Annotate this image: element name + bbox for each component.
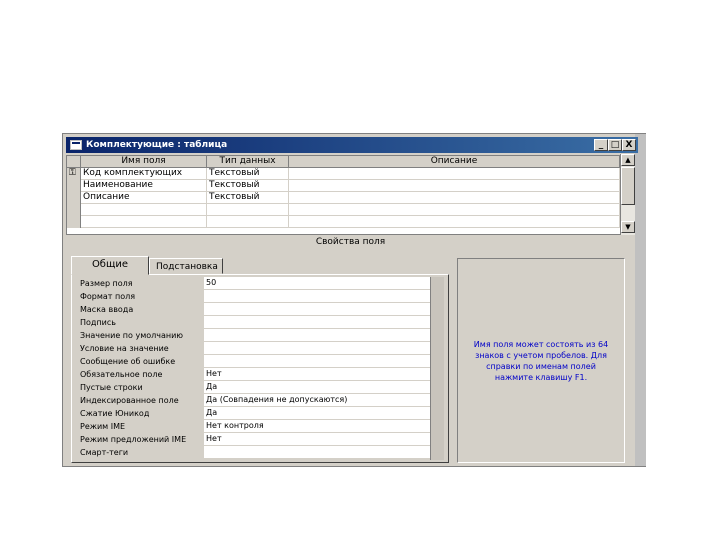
property-value[interactable]: Нет контроля <box>204 420 430 433</box>
field-name-cell[interactable]: Описание <box>81 192 207 204</box>
property-row[interactable]: Подпись <box>80 316 430 329</box>
row-selector[interactable] <box>67 180 81 192</box>
property-value[interactable]: Нет <box>204 368 430 381</box>
property-value[interactable]: Да <box>204 381 430 394</box>
row-selector[interactable] <box>67 204 81 216</box>
row-selector[interactable]: ⚿ <box>67 168 81 180</box>
property-value[interactable] <box>204 446 430 459</box>
data-type-cell[interactable]: Текстовый <box>207 180 289 192</box>
property-row[interactable]: Смарт-теги <box>80 446 430 459</box>
grid-scrollbar[interactable]: ▲ ▼ <box>620 154 635 235</box>
property-label: Смарт-теги <box>80 448 129 457</box>
property-row[interactable]: Пустые строки Да <box>80 381 430 394</box>
field-properties-title: Свойства поля <box>315 237 386 247</box>
key-icon: ⚿ <box>69 168 76 178</box>
field-name-cell[interactable]: Код комплектующих <box>81 168 207 180</box>
property-value[interactable]: 50 <box>204 277 430 290</box>
tab-lookup[interactable]: Подстановка <box>149 258 223 274</box>
tab-general[interactable]: Общие <box>71 256 149 275</box>
property-value[interactable]: Да (Совпадения не допускаются) <box>204 394 430 407</box>
property-value[interactable] <box>204 303 430 316</box>
maximize-button[interactable]: □ <box>608 139 622 151</box>
row-selector[interactable] <box>67 192 81 204</box>
properties-scrollbar[interactable] <box>430 277 444 460</box>
data-type-cell[interactable] <box>207 216 289 228</box>
property-value[interactable] <box>204 355 430 368</box>
property-value[interactable] <box>204 329 430 342</box>
field-name-cell[interactable] <box>81 216 207 228</box>
window-edge <box>635 134 646 466</box>
row-selector[interactable] <box>67 216 81 228</box>
property-row[interactable]: Значение по умолчанию <box>80 329 430 342</box>
property-label: Сообщение об ошибке <box>80 357 176 366</box>
property-row[interactable]: Режим IME Нет контроля <box>80 420 430 433</box>
property-row[interactable]: Условие на значение <box>80 342 430 355</box>
data-type-cell[interactable] <box>207 204 289 216</box>
scroll-down-icon[interactable]: ▼ <box>621 221 635 233</box>
column-header-type[interactable]: Тип данных <box>207 156 289 168</box>
field-name-cell[interactable] <box>81 204 207 216</box>
table-row[interactable]: Описание Текстовый <box>67 192 634 204</box>
property-row[interactable]: Индексированное поле Да (Совпадения не до… <box>80 394 430 407</box>
property-label: Режим предложений IME <box>80 435 187 444</box>
table-row[interactable] <box>67 216 634 228</box>
property-row[interactable]: Размер поля 50 <box>80 277 430 290</box>
property-label: Подпись <box>80 318 116 327</box>
description-cell[interactable] <box>289 168 620 180</box>
property-label: Формат поля <box>80 292 136 301</box>
window-title: Комплектующие : таблица <box>86 140 228 150</box>
field-grid: Имя поля Тип данных Описание ⚿ Код компл… <box>66 155 635 235</box>
property-label: Значение по умолчанию <box>80 331 184 340</box>
close-button[interactable]: X <box>622 139 636 151</box>
general-properties-panel: Размер поля 50 Формат поля Маска ввода По… <box>71 274 449 463</box>
property-label: Индексированное поле <box>80 396 179 405</box>
description-cell[interactable] <box>289 216 620 228</box>
property-row[interactable]: Сообщение об ошибке <box>80 355 430 368</box>
property-value[interactable] <box>204 342 430 355</box>
scroll-up-icon[interactable]: ▲ <box>621 154 635 166</box>
header-selector <box>67 156 81 168</box>
description-cell[interactable] <box>289 180 620 192</box>
help-text: Имя поля может состоять из 64 знаков с у… <box>473 340 609 382</box>
properties-tabs: Общие Подстановка Размер поля 50 Формат п… <box>71 256 451 463</box>
title-bar[interactable]: Комплектующие : таблица _ □ X <box>66 137 638 153</box>
grid-header: Имя поля Тип данных Описание <box>67 156 634 168</box>
property-value[interactable]: Нет <box>204 433 430 446</box>
property-label: Размер поля <box>80 279 133 288</box>
property-row[interactable]: Сжатие Юникод Да <box>80 407 430 420</box>
property-label: Условие на значение <box>80 344 169 353</box>
table-row[interactable] <box>67 204 634 216</box>
property-value[interactable] <box>204 290 430 303</box>
description-cell[interactable] <box>289 204 620 216</box>
data-type-cell[interactable]: Текстовый <box>207 168 289 180</box>
property-row[interactable]: Формат поля <box>80 290 430 303</box>
column-header-description[interactable]: Описание <box>289 156 620 168</box>
scroll-thumb[interactable] <box>621 167 635 205</box>
property-label: Пустые строки <box>80 383 143 392</box>
field-name-cell[interactable]: Наименование <box>81 180 207 192</box>
property-label: Режим IME <box>80 422 126 431</box>
table-icon <box>70 140 82 150</box>
property-value[interactable]: Да <box>204 407 430 420</box>
table-row[interactable]: ⚿ Код комплектующих Текстовый <box>67 168 634 180</box>
property-label: Сжатие Юникод <box>80 409 150 418</box>
help-panel: Имя поля может состоять из 64 знаков с у… <box>457 258 625 463</box>
property-row[interactable]: Маска ввода <box>80 303 430 316</box>
table-row[interactable]: Наименование Текстовый <box>67 180 634 192</box>
property-label: Обязательное поле <box>80 370 163 379</box>
minimize-button[interactable]: _ <box>594 139 608 151</box>
property-label: Маска ввода <box>80 305 134 314</box>
data-type-cell[interactable]: Текстовый <box>207 192 289 204</box>
property-row[interactable]: Обязательное поле Нет <box>80 368 430 381</box>
property-value[interactable] <box>204 316 430 329</box>
column-header-name[interactable]: Имя поля <box>81 156 207 168</box>
property-row[interactable]: Режим предложений IME Нет <box>80 433 430 446</box>
table-design-window: Комплектующие : таблица _ □ X Имя поля Т… <box>62 133 646 467</box>
description-cell[interactable] <box>289 192 620 204</box>
